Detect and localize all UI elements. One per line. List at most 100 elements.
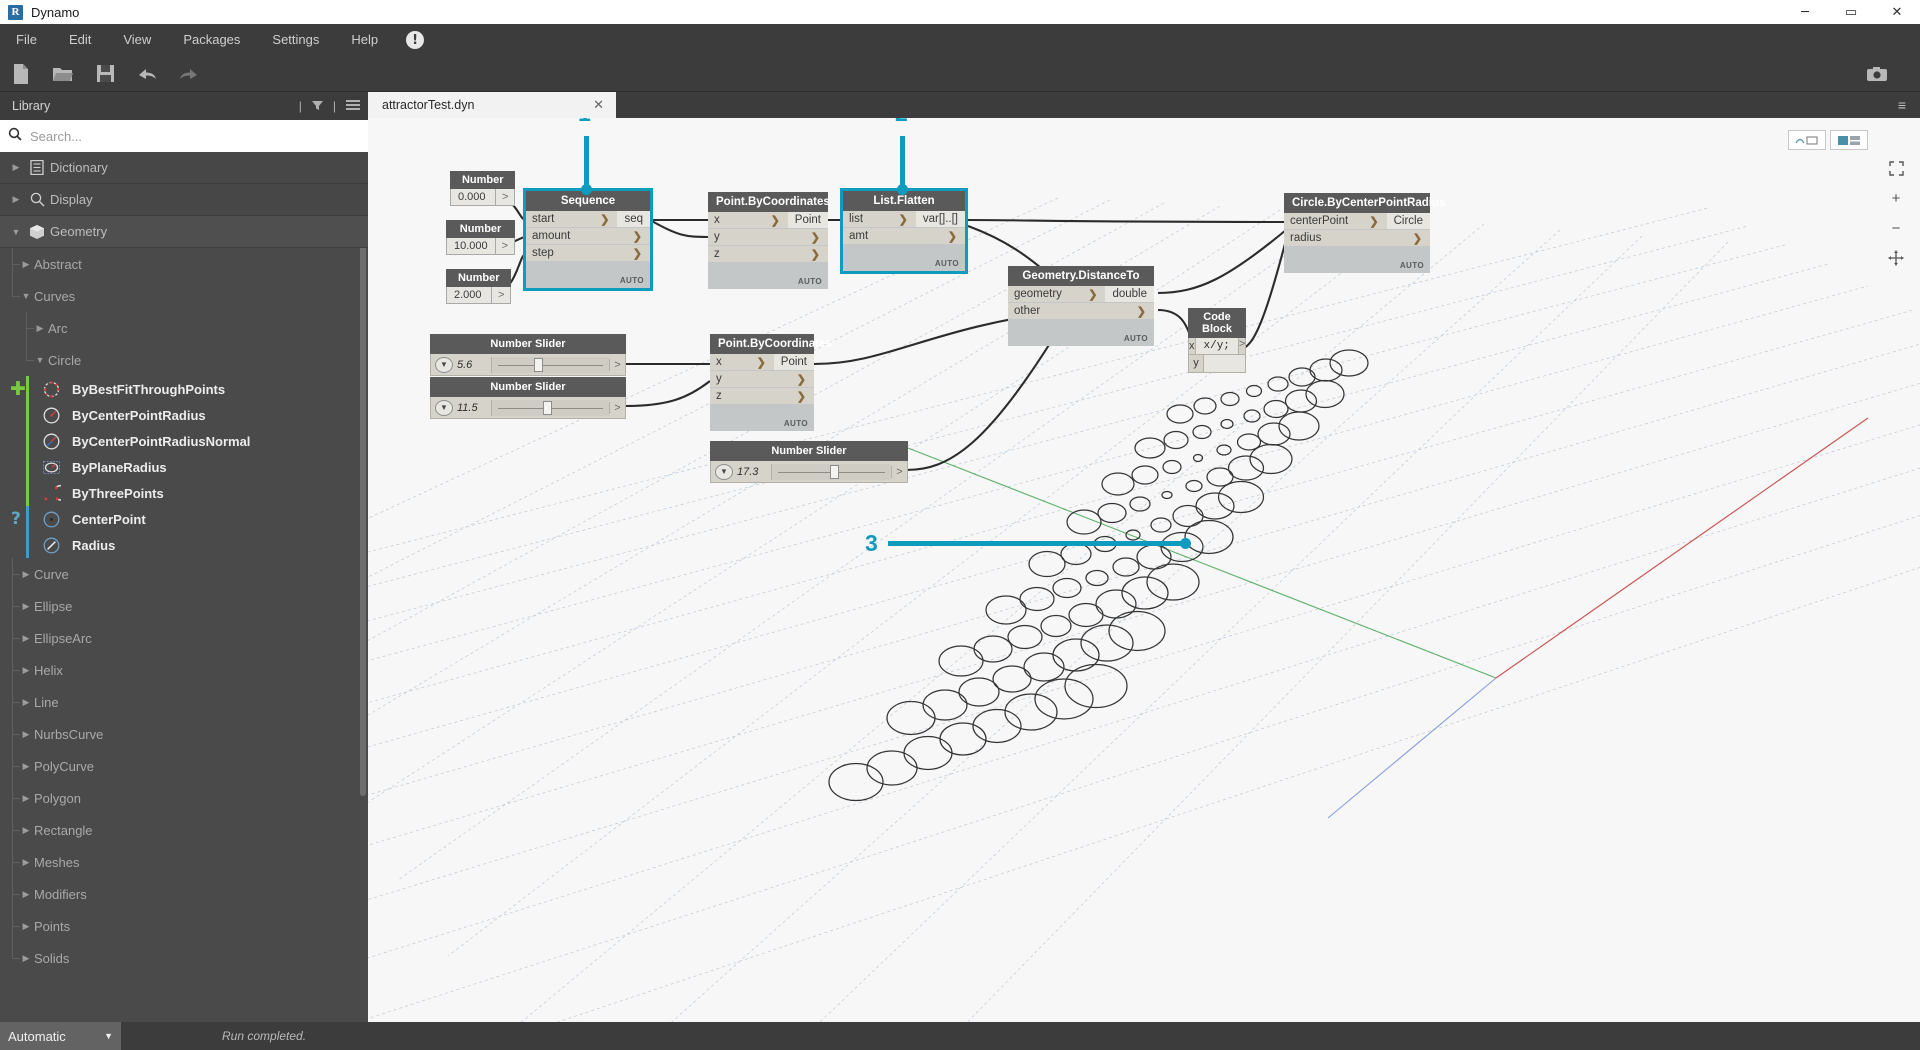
help-question-icon[interactable]: ? <box>11 509 21 529</box>
input-port-list[interactable]: list ❯ <box>843 211 916 228</box>
output-port-chevron[interactable]: > <box>1237 338 1245 354</box>
node-number-amount[interactable]: Number 10.000 > <box>446 220 516 255</box>
library-category-dictionary[interactable]: ▶ Dictionary <box>0 152 368 184</box>
output-port-double[interactable]: double <box>1105 286 1154 303</box>
slider-expand-icon[interactable]: ▼ <box>435 399 453 416</box>
library-method-bythreepoints[interactable]: ByThreePoints <box>0 480 368 506</box>
output-port-point[interactable]: Point <box>773 354 814 371</box>
add-to-workspace-icon[interactable]: ✚ <box>10 379 26 399</box>
close-button[interactable]: ✕ <box>1874 0 1920 24</box>
library-method-radius[interactable]: Radius <box>0 532 368 558</box>
output-port-chevron[interactable]: > <box>609 358 625 371</box>
output-port-circle[interactable]: Circle <box>1386 213 1430 230</box>
menu-edit[interactable]: Edit <box>53 24 107 56</box>
slider-track[interactable] <box>491 356 609 373</box>
slider-thumb[interactable] <box>534 357 544 372</box>
slider-expand-icon[interactable]: ▼ <box>435 356 453 373</box>
number-value[interactable]: 0.000 <box>451 189 495 205</box>
undo-icon[interactable] <box>126 56 168 92</box>
library-item-solids[interactable]: ▶ Solids <box>0 942 368 974</box>
output-port-chevron[interactable]: > <box>891 465 907 478</box>
output-port-chevron[interactable]: > <box>609 401 625 414</box>
library-item-curve[interactable]: ▶ Curve <box>0 558 368 590</box>
node-number-slider-2[interactable]: Number Slider ▼ 11.5 > <box>430 377 626 419</box>
library-item-rectangle[interactable]: ▶ Rectangle <box>0 814 368 846</box>
node-number-slider-1[interactable]: Number Slider ▼ 5.6 > <box>430 334 626 376</box>
filter-icon[interactable] <box>310 98 325 115</box>
library-method-bycenterpointradiusnormal[interactable]: ByCenterPointRadiusNormal <box>0 428 368 454</box>
library-item-curves[interactable]: ▼ Curves <box>0 280 368 312</box>
output-port-chevron[interactable]: > <box>494 238 514 254</box>
node-value-row[interactable]: 0.000 > <box>450 189 516 206</box>
input-port-amount[interactable]: amount ❯ <box>526 228 650 245</box>
new-file-icon[interactable] <box>0 56 42 92</box>
library-item-nurbscurve[interactable]: ▶ NurbsCurve <box>0 718 368 750</box>
slider-expand-icon[interactable]: ▼ <box>715 463 733 480</box>
library-item-arc[interactable]: ▶ Arc <box>0 312 368 344</box>
node-number-start[interactable]: Number 0.000 > <box>450 171 516 206</box>
menu-file[interactable]: File <box>0 24 53 56</box>
hamburger-icon[interactable]: ≡ <box>1898 92 1920 118</box>
node-number-slider-3[interactable]: Number Slider ▼ 17.3 > <box>710 441 908 483</box>
slider-value[interactable]: 5.6 <box>457 359 491 371</box>
slider-track[interactable] <box>491 399 609 416</box>
library-method-byplaneradius[interactable]: ByPlaneRadius <box>0 454 368 480</box>
library-method-centerpoint[interactable]: ? CenterPoint <box>0 506 368 532</box>
node-code-block[interactable]: Code Block x x/y; > y <box>1188 308 1246 373</box>
geometry-view-icon[interactable] <box>1788 130 1826 150</box>
library-item-polygon[interactable]: ▶ Polygon <box>0 782 368 814</box>
notification-alert-icon[interactable]: ! <box>406 31 425 49</box>
menu-help[interactable]: Help <box>335 24 394 56</box>
library-item-abstract[interactable]: ▶ Abstract <box>0 248 368 280</box>
library-item-ellipsearc[interactable]: ▶ EllipseArc <box>0 622 368 654</box>
node-list-flatten[interactable]: List.Flatten list ❯ var[]..[] amt ❯ AUTO <box>840 188 968 274</box>
library-item-meshes[interactable]: ▶ Meshes <box>0 846 368 878</box>
open-folder-icon[interactable] <box>42 56 84 92</box>
node-sequence[interactable]: Sequence start ❯ seq amount ❯ step ❯ AUT… <box>523 188 653 291</box>
list-view-icon[interactable] <box>344 98 362 115</box>
node-graph-canvas[interactable]: + − Number 0.000 > Number 10.000 > Numbe… <box>368 118 1920 1022</box>
library-item-helix[interactable]: ▶ Helix <box>0 654 368 686</box>
zoom-out-icon[interactable]: − <box>1886 218 1906 238</box>
input-port-x[interactable]: x ❯ <box>708 212 788 229</box>
input-port-y[interactable]: y <box>1189 355 1204 372</box>
library-method-bybestfitthroughpoints[interactable]: ✚ ByBestFitThroughPoints <box>0 376 368 402</box>
number-value[interactable]: 2.000 <box>447 287 491 303</box>
library-category-geometry[interactable]: ▼ Geometry <box>0 216 368 248</box>
input-port-centerpoint[interactable]: centerPoint ❯ <box>1284 213 1387 230</box>
slider-value[interactable]: 11.5 <box>457 402 491 414</box>
tab-attractortest[interactable]: attractorTest.dyn ✕ <box>368 92 616 118</box>
node-geometry-distanceto[interactable]: Geometry.DistanceTo geometry ❯ double ot… <box>1008 266 1154 346</box>
input-port-radius[interactable]: radius ❯ <box>1284 230 1430 247</box>
library-item-ellipse[interactable]: ▶ Ellipse <box>0 590 368 622</box>
input-port-z[interactable]: z ❯ <box>708 246 828 263</box>
input-port-amt[interactable]: amt ❯ <box>843 228 965 245</box>
node-value-row[interactable]: 10.000 > <box>446 238 516 255</box>
node-number-step[interactable]: Number 2.000 > <box>446 269 512 304</box>
library-item-modifiers[interactable]: ▶ Modifiers <box>0 878 368 910</box>
menu-settings[interactable]: Settings <box>256 24 335 56</box>
input-port-y[interactable]: y ❯ <box>708 229 828 246</box>
menu-packages[interactable]: Packages <box>167 24 256 56</box>
output-port-var[interactable]: var[]..[] <box>915 211 965 228</box>
close-icon[interactable]: ✕ <box>593 97 604 113</box>
slider-track[interactable] <box>771 463 891 480</box>
output-port-chevron[interactable]: > <box>495 189 514 205</box>
library-category-display[interactable]: ▶ Display <box>0 184 368 216</box>
output-port-seq[interactable]: seq <box>617 211 650 228</box>
slider-thumb[interactable] <box>830 464 840 479</box>
node-point-bycoordinates-2[interactable]: Point.ByCoordinates x ❯ Point y ❯ z ❯ AU… <box>710 334 832 431</box>
number-value[interactable]: 10.000 <box>447 238 495 254</box>
output-port-chevron[interactable]: > <box>491 287 510 303</box>
input-port-other[interactable]: other ❯ <box>1008 303 1154 320</box>
minimize-button[interactable]: ─ <box>1782 0 1828 24</box>
input-port-y[interactable]: y ❯ <box>710 371 814 388</box>
library-method-bycenterpointradius[interactable]: ByCenterPointRadius <box>0 402 368 428</box>
output-port-point[interactable]: Point <box>787 212 828 229</box>
menu-view[interactable]: View <box>107 24 167 56</box>
input-port-start[interactable]: start ❯ <box>526 211 618 228</box>
node-circle-bycenterpointradius[interactable]: Circle.ByCenterPointRadius centerPoint ❯… <box>1284 193 1445 273</box>
code-block-text[interactable]: x/y; <box>1195 338 1238 354</box>
input-port-z[interactable]: z ❯ <box>710 388 814 405</box>
zoom-in-icon[interactable]: + <box>1886 188 1906 208</box>
